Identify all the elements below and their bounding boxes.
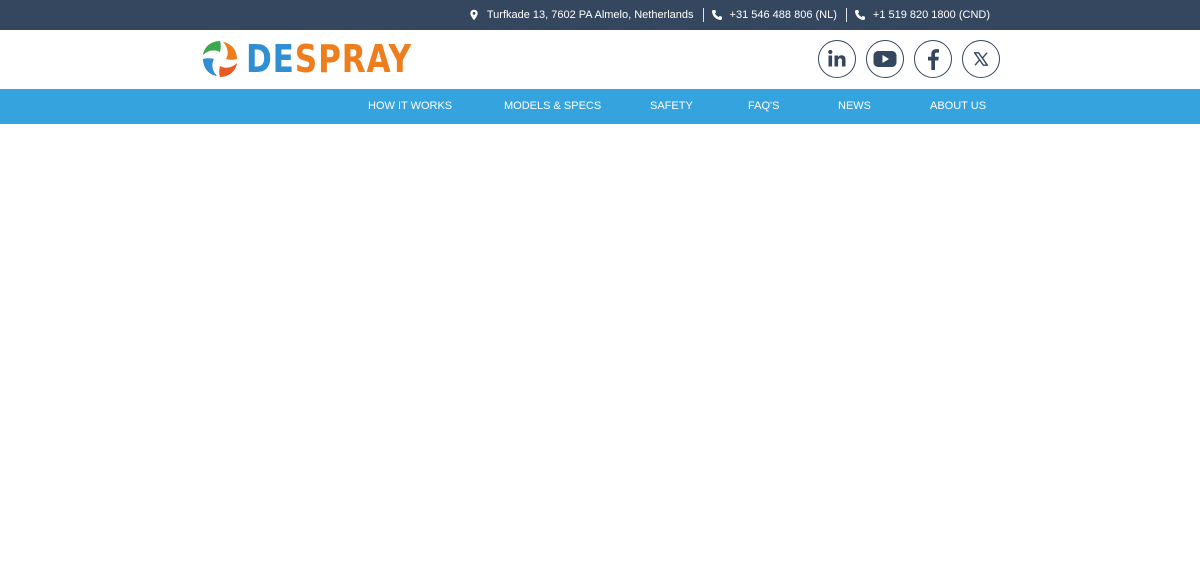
phone-cnd[interactable]: +1 519 820 1800 (CND) [854,0,990,30]
logo-swirl-icon [203,41,237,77]
linkedin-button[interactable] [818,40,856,78]
phone-icon [854,9,866,21]
x-button[interactable] [962,40,1000,78]
map-pin-icon [468,9,480,21]
nav-item-about-us[interactable]: ABOUT US [930,89,986,124]
social-links [818,40,1000,78]
divider [845,8,847,22]
x-icon [974,52,988,66]
nav-item-faqs[interactable]: FAQ'S [748,89,779,124]
logo-wordmark: DESPRAY [246,37,412,81]
main-nav: HOW IT WORKS MODELS & SPECS SAFETY FAQ'S… [0,89,1200,124]
logo-text-part1: DE [246,37,295,81]
address-text: Turfkade 13, 7602 PA Almelo, Netherlands [486,9,694,21]
facebook-button[interactable] [914,40,952,78]
facebook-icon [928,49,939,70]
nav-item-how-it-works[interactable]: HOW IT WORKS [368,89,452,124]
linkedin-icon [828,49,846,67]
phone-cnd-text: +1 519 820 1800 (CND) [872,9,990,21]
nav-item-safety[interactable]: SAFETY [650,89,693,124]
top-contact-bar: Turfkade 13, 7602 PA Almelo, Netherlands… [0,0,1200,30]
site-logo[interactable]: DESPRAY [199,37,448,81]
address: Turfkade 13, 7602 PA Almelo, Netherlands [468,0,694,30]
divider [702,8,704,22]
nav-item-news[interactable]: NEWS [838,89,871,124]
phone-icon [711,9,723,21]
main-content [0,124,1200,587]
youtube-icon [873,51,897,67]
phone-nl-text: +31 546 488 806 (NL) [729,9,837,21]
phone-nl[interactable]: +31 546 488 806 (NL) [711,0,837,30]
site-header: DESPRAY [0,30,1200,89]
logo-text-part2: SPRAY [294,37,412,81]
youtube-button[interactable] [866,40,904,78]
nav-item-models-specs[interactable]: MODELS & SPECS [504,89,601,124]
contact-info: Turfkade 13, 7602 PA Almelo, Netherlands… [468,0,990,30]
